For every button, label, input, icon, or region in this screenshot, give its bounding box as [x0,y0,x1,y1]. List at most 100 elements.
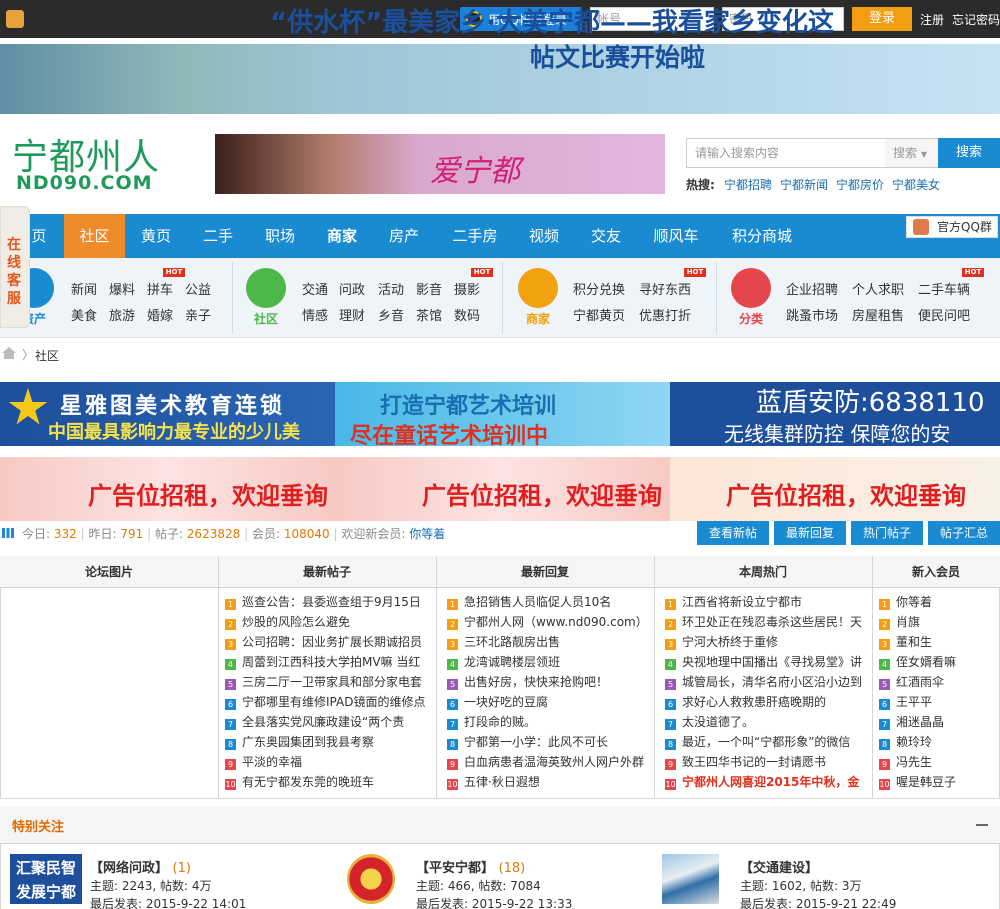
list-item[interactable]: 1 江西省将新设立宁都市 [665,592,865,612]
nav-item-second-hand[interactable]: 二手 [187,214,249,258]
list-item[interactable]: 8 最近，一个叫“宁都形象”的微信 [665,732,865,752]
nav-item-yellow-pages[interactable]: 黄页 [125,214,187,258]
list-item[interactable]: 2 炒股的风险怎么避免 [225,612,430,632]
list-item[interactable]: 5 出售好房，快快来抢购吧！ [447,672,647,692]
posts-summary-button[interactable]: 帖子汇总 [928,521,1000,545]
breadcrumb-current[interactable]: 社区 [35,347,59,364]
subnav-link[interactable]: 跳蚤市场 [786,305,838,324]
forum-last-post[interactable]: 最后发表: 2015-9-21 22:49 [740,895,896,909]
subnav-link[interactable]: 优惠打折 [639,305,691,324]
list-item[interactable]: 7 全县落实党风廉政建设“两个责 [225,712,430,732]
hot-search-link[interactable]: 宁都美女 [892,176,940,193]
list-item[interactable]: 7 打段命的贼。 [447,712,647,732]
list-item[interactable]: 9 冯先生 [879,752,994,772]
list-item[interactable]: 7 太没道德了。 [665,712,865,732]
list-item[interactable]: 6 宁都哪里有维修IPAD镜面的维修点 [225,692,430,712]
subnav-link[interactable]: 婚嫁 [147,305,173,324]
forum-name[interactable]: 【交通建设】 [740,857,818,876]
list-item[interactable]: 9 致王四华书记的一封请愿书 [665,752,865,772]
subnav-link[interactable]: 便民问吧 [918,305,970,324]
nav-item-video[interactable]: 视频 [513,214,575,258]
list-item[interactable]: 2 宁都州人网（www.nd090.com） [447,612,647,632]
list-item[interactable]: 5 城管局长，清华名府小区沿小边到 [665,672,865,692]
forgot-password-link[interactable]: 忘记密码 [952,11,1000,28]
list-item[interactable]: 6 王平平 [879,692,994,712]
subnav-link[interactable]: 茶馆 [416,305,442,324]
site-mini-logo-icon[interactable] [6,10,24,28]
hot-search-link[interactable]: 宁都招聘 [724,176,772,193]
subnav-link[interactable]: 个人求职 [852,279,904,298]
forum-name[interactable]: 【平安宁都】 (18) [416,857,525,876]
list-item[interactable]: 3 公司招聘：因业务扩展长期诚招员 [225,632,430,652]
login-button[interactable]: 登录 [852,7,912,31]
list-item[interactable]: 10 五律·秋日遐想 [447,772,647,792]
nav-item-merchants[interactable]: 商家 [311,214,373,258]
newest-member-link[interactable]: 你等着 [409,527,445,541]
list-item[interactable]: 4 周蕾到江西科技大学拍MV嘛 当红 [225,652,430,672]
list-item[interactable]: 8 广东奥园集团到我县考察 [225,732,430,752]
subnav-link[interactable]: 旅游 [109,305,135,324]
nav-item-real-estate[interactable]: 房产 [373,214,435,258]
forum-last-post[interactable]: 最后发表: 2015-9-22 14:01 [90,895,246,909]
nav-item-points-mall[interactable]: 积分商城 [722,214,802,258]
nav-item-carpool[interactable]: 顺风车 [640,214,712,258]
search-input[interactable]: 请输入搜索内容 [686,138,886,168]
list-item[interactable]: 2 环卫处正在残忍毒杀这些居民！天 [665,612,865,632]
shopping-bag-icon[interactable] [518,268,558,308]
forum-logo-network-politics[interactable]: 汇聚民智发展宁都 [10,854,82,904]
subnav-link[interactable]: 公益 [185,279,211,298]
list-item[interactable]: 9 白血病患者温海英致州人网户外群 [447,752,647,772]
chat-bubble-icon[interactable] [246,268,286,308]
nav-item-used-homes[interactable]: 二手房 [440,214,510,258]
collapse-icon[interactable] [976,824,988,826]
cat-label-community[interactable]: 社区 [241,310,291,327]
subnav-link[interactable]: 寻好东西 [639,279,691,298]
list-item[interactable]: 3 三环北路靓房出售 [447,632,647,652]
list-item[interactable]: 8 宁都第一小学：此风不可长 [447,732,647,752]
hot-posts-button[interactable]: 热门帖子 [851,521,923,545]
register-link[interactable]: 注册 [920,11,944,28]
list-item[interactable]: 4 侄女婿看嘛 [879,652,994,672]
subnav-link[interactable]: 影音 [416,279,442,298]
subnav-link[interactable]: 问政 [339,279,365,298]
list-item[interactable]: 8 赖玲玲 [879,732,994,752]
home-icon[interactable] [2,347,16,359]
subnav-link[interactable]: 房屋租售 [852,305,904,324]
classified-icon[interactable] [731,268,771,308]
list-item[interactable]: 10 喔是韩豆子 [879,772,994,792]
list-item[interactable]: 7 湘迷晶晶 [879,712,994,732]
search-button[interactable]: 搜索 [938,138,1000,168]
latest-replies-button[interactable]: 最新回复 [774,521,846,545]
subnav-link[interactable]: 数码 [454,305,480,324]
subnav-link[interactable]: 拼车 [147,279,173,298]
hot-search-link[interactable]: 宁都新闻 [780,176,828,193]
subnav-link[interactable]: 摄影 [454,279,480,298]
list-item[interactable]: 3 宁河大桥终于重修 [665,632,865,652]
subnav-link[interactable]: 新闻 [71,279,97,298]
subnav-link[interactable]: 美食 [71,305,97,324]
view-new-posts-button[interactable]: 查看新帖 [697,521,769,545]
list-item[interactable]: 3 董和生 [879,632,994,652]
subnav-link[interactable]: 积分兑换 [573,279,625,298]
cat-label-classified[interactable]: 分类 [726,310,776,327]
list-item[interactable]: 10 宁都州人网喜迎2015年中秋，金 [665,772,865,792]
list-item[interactable]: 1 急招销售人员临促人员10名 [447,592,647,612]
list-item[interactable]: 10 有无宁都发东莞的晚班车 [225,772,430,792]
nav-item-dating[interactable]: 交友 [575,214,637,258]
subnav-link[interactable]: 活动 [378,279,404,298]
list-item[interactable]: 5 红酒雨伞 [879,672,994,692]
subnav-link[interactable]: 情感 [302,305,328,324]
list-item[interactable]: 4 央视地理中国播出《寻找易堂》讲 [665,652,865,672]
subnav-link[interactable]: 爆料 [109,279,135,298]
list-item[interactable]: 2 肖旗 [879,612,994,632]
list-item[interactable]: 6 求好心人救救患肝癌晚期的 [665,692,865,712]
subnav-link[interactable]: 交通 [302,279,328,298]
subnav-link[interactable]: 乡音 [378,305,404,324]
subnav-link[interactable]: 宁都黄页 [573,305,625,324]
train-image-icon[interactable] [662,854,719,904]
subnav-link[interactable]: 二手车辆 [918,279,970,298]
forum-last-post[interactable]: 最后发表: 2015-9-22 13:33 [416,895,572,909]
subnav-link[interactable]: 企业招聘 [786,279,838,298]
list-item[interactable]: 5 三房二厅一卫带家具和部分家电套 [225,672,430,692]
nav-item-jobs[interactable]: 职场 [249,214,311,258]
